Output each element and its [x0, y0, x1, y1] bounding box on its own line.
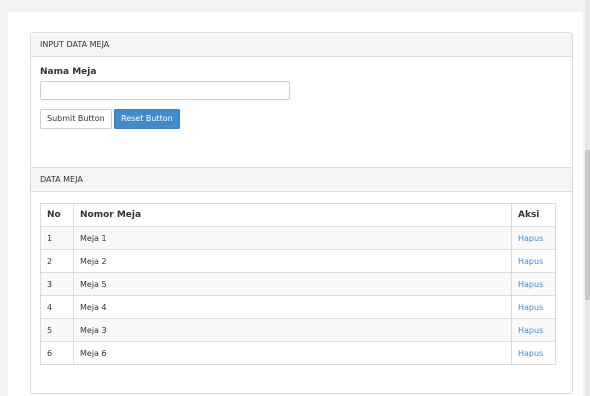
header-no: No: [40, 203, 74, 227]
data-panel-title: DATA MEJA: [31, 168, 572, 192]
table-row: 2 Meja 2 Hapus: [40, 249, 556, 273]
header-nomor-meja: Nomor Meja: [73, 203, 512, 227]
table-row: 1 Meja 1 Hapus: [40, 226, 556, 250]
data-panel: DATA MEJA No Nomor Meja Aksi 1 Meja 1 Ha…: [30, 167, 573, 394]
header-aksi: Aksi: [511, 203, 556, 227]
hapus-link[interactable]: Hapus: [518, 280, 543, 289]
row-no: 3: [40, 272, 74, 296]
row-nama-meja: Meja 2: [73, 249, 512, 273]
meja-table: No Nomor Meja Aksi 1 Meja 1 Hapus 2 Meja…: [40, 203, 556, 365]
row-no: 6: [40, 341, 74, 365]
hapus-link[interactable]: Hapus: [518, 326, 543, 335]
row-no: 1: [40, 226, 74, 250]
page-content: INPUT DATA MEJA Nama Meja Submit Button …: [8, 12, 583, 396]
table-row: 6 Meja 6 Hapus: [40, 341, 556, 365]
row-no: 4: [40, 295, 74, 319]
input-panel-title: INPUT DATA MEJA: [31, 33, 572, 57]
hapus-link[interactable]: Hapus: [518, 234, 543, 243]
nama-meja-input[interactable]: [40, 81, 290, 100]
row-nama-meja: Meja 6: [73, 341, 512, 365]
reset-button[interactable]: Reset Button: [114, 109, 180, 129]
table-row: 4 Meja 4 Hapus: [40, 295, 556, 319]
table-header-row: No Nomor Meja Aksi: [40, 203, 556, 227]
row-nama-meja: Meja 4: [73, 295, 512, 319]
row-no: 2: [40, 249, 74, 273]
hapus-link[interactable]: Hapus: [518, 349, 543, 358]
vertical-scrollbar[interactable]: [585, 0, 590, 396]
submit-button[interactable]: Submit Button: [40, 109, 112, 129]
row-nama-meja: Meja 1: [73, 226, 512, 250]
table-row: 5 Meja 3 Hapus: [40, 318, 556, 342]
nama-meja-label: Nama Meja: [40, 67, 97, 77]
row-nama-meja: Meja 3: [73, 318, 512, 342]
table-row: 3 Meja 5 Hapus: [40, 272, 556, 296]
row-no: 5: [40, 318, 74, 342]
hapus-link[interactable]: Hapus: [518, 257, 543, 266]
row-nama-meja: Meja 5: [73, 272, 512, 296]
hapus-link[interactable]: Hapus: [518, 303, 543, 312]
scrollbar-thumb[interactable]: [585, 150, 590, 300]
input-panel: INPUT DATA MEJA Nama Meja Submit Button …: [30, 32, 573, 169]
